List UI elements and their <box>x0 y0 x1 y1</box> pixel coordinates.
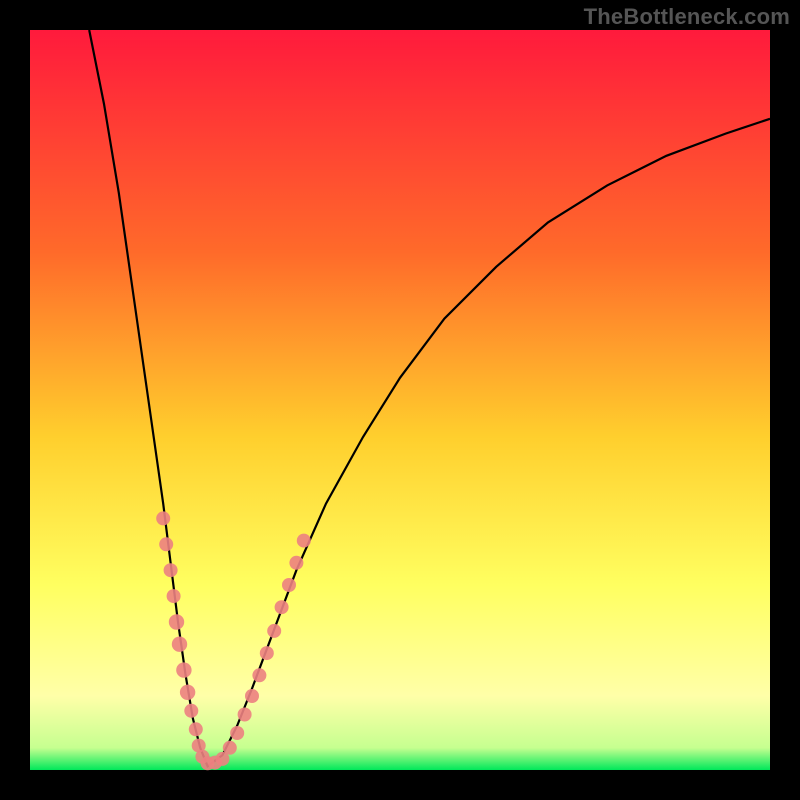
sample-dot <box>252 668 266 682</box>
sample-dot <box>172 637 187 652</box>
chart-frame: TheBottleneck.com <box>0 0 800 800</box>
sample-dot <box>275 600 289 614</box>
sample-dot <box>184 704 198 718</box>
sample-dot <box>156 511 170 525</box>
sample-dot <box>289 556 303 570</box>
sample-dot <box>169 614 184 629</box>
sample-dot <box>159 537 173 551</box>
watermark-text: TheBottleneck.com <box>584 4 790 30</box>
sample-dot <box>180 685 195 700</box>
sample-dot <box>267 624 281 638</box>
bottleneck-chart <box>0 0 800 800</box>
sample-dot <box>282 578 296 592</box>
sample-dot <box>238 708 252 722</box>
sample-dot <box>245 689 259 703</box>
plot-background <box>30 30 770 770</box>
sample-dot <box>297 534 311 548</box>
sample-dot <box>164 563 178 577</box>
sample-dot <box>176 662 191 677</box>
sample-dot <box>223 741 237 755</box>
sample-dot <box>260 646 274 660</box>
sample-dot <box>189 722 203 736</box>
sample-dot <box>167 589 181 603</box>
sample-dot <box>230 726 244 740</box>
